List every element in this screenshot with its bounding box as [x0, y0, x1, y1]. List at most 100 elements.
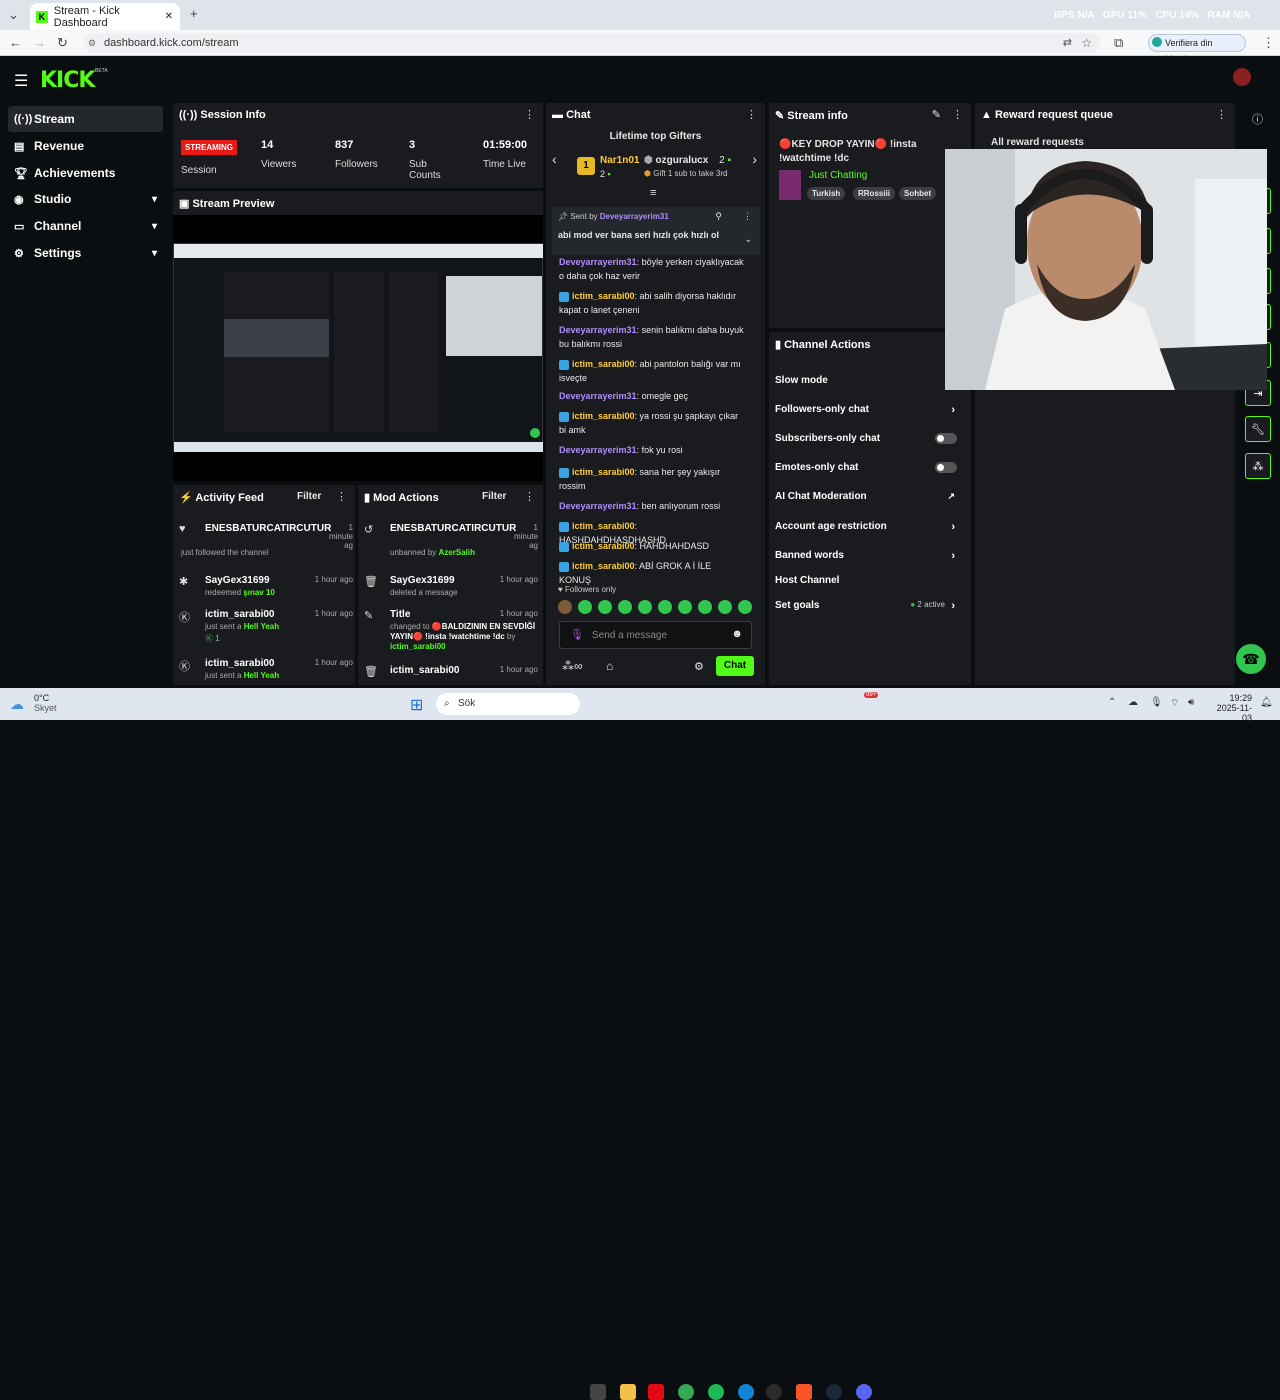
sidebar-item-stream[interactable]: ((·)) Stream — [8, 106, 163, 132]
steam-icon[interactable] — [826, 1384, 842, 1400]
spotify-icon[interactable] — [708, 1384, 724, 1400]
support-icon[interactable]: ☎ — [1236, 644, 1266, 674]
chat-username[interactable]: Deveyarrayerim31 — [559, 445, 637, 455]
weather-widget[interactable]: 0°C Skyet — [34, 693, 57, 713]
sidebar-item-settings[interactable]: ⚙ Settings ▾ — [8, 240, 163, 266]
send-chat-button[interactable]: Chat — [716, 656, 754, 676]
more-options-icon[interactable]: ⋮ — [746, 108, 757, 121]
microphone-icon[interactable]: 🎙︎ — [570, 628, 584, 641]
mic-tray-icon[interactable]: 🎙︎ — [1150, 697, 1163, 708]
next-arrow-icon[interactable]: › — [752, 151, 757, 167]
more-options-icon[interactable]: ⋮ — [524, 108, 535, 121]
taskbar-search[interactable]: ⌕ Sök — [436, 693, 580, 715]
more-options-icon[interactable]: ⋮ — [524, 490, 535, 503]
task-view-icon[interactable] — [590, 1384, 606, 1400]
chat-settings-icon[interactable]: ⚙ — [694, 660, 704, 673]
second-gifter[interactable]: ⬢ ozguralucx 2 ▪ — [644, 155, 731, 166]
reload-icon[interactable]: ↻ — [57, 35, 68, 51]
bookmark-star-icon[interactable]: ☆ — [1081, 33, 1092, 53]
chat-username[interactable]: Deveyarrayerim31 — [559, 257, 637, 267]
ai-moderation-row[interactable]: AI Chat Moderation ↗ — [775, 491, 965, 502]
translate-icon[interactable]: ⇄ — [1063, 33, 1072, 53]
site-info-icon[interactable]: ⚙ — [88, 33, 96, 53]
activity-filter-button[interactable]: Filter — [297, 491, 321, 502]
subscribers-only-row[interactable]: Subscribers-only chat — [775, 433, 965, 444]
tray-chevron-icon[interactable]: ⌃ — [1108, 697, 1116, 708]
chat-username[interactable]: ictim_sarabi00 — [572, 359, 635, 369]
extensions-icon[interactable]: ⧉ — [1114, 35, 1123, 51]
chat-username[interactable]: ictim_sarabi00 — [572, 411, 635, 421]
back-icon[interactable]: ← — [9, 35, 22, 50]
tab-list-icon[interactable]: ⌄ — [8, 7, 19, 23]
top-gifter-name[interactable]: Nar1n01 — [600, 155, 639, 166]
emotes-only-toggle[interactable] — [935, 462, 957, 473]
emoji-icon[interactable]: ☻ — [731, 628, 743, 640]
chat-username[interactable]: ictim_sarabi00 — [572, 521, 635, 531]
brave-icon[interactable] — [796, 1384, 812, 1400]
volume-icon[interactable]: 🔊︎ — [1188, 697, 1194, 708]
host-channel-row[interactable]: Host Channel — [775, 575, 839, 586]
kick-logo[interactable]: KICK — [40, 68, 95, 93]
edit-icon[interactable]: ✎ — [932, 108, 941, 121]
info-icon[interactable]: ⓘ — [1252, 111, 1263, 127]
mod-filter-button[interactable]: Filter — [482, 491, 506, 502]
sidebar-item-studio[interactable]: ◉ Studio ▾ — [8, 186, 163, 212]
stream-video[interactable] — [173, 243, 543, 452]
account-age-row[interactable]: Account age restriction › — [775, 521, 965, 533]
sidebar-item-channel[interactable]: ▭ Channel ▾ — [8, 213, 163, 239]
chat-input[interactable]: 🎙︎ Send a message ☻ — [559, 621, 752, 649]
windows-start-icon[interactable]: ⊞ — [410, 695, 423, 715]
hamburger-menu-icon[interactable]: ☰ — [14, 71, 28, 91]
discord-icon[interactable] — [856, 1384, 872, 1400]
user-avatar[interactable] — [1233, 68, 1251, 86]
store-icon[interactable]: ⌂ — [606, 659, 613, 673]
weather-icon[interactable]: ☁ — [10, 696, 24, 713]
collapse-icon[interactable]: ≡ — [650, 187, 656, 199]
emotes-only-row[interactable]: Emotes-only chat — [775, 462, 965, 473]
share-icon[interactable]: ⁂ — [1245, 453, 1271, 479]
notification-bell-icon[interactable]: 🔔︎ — [1260, 697, 1273, 708]
more-options-icon[interactable]: ⋮ — [743, 211, 752, 222]
tag-pill[interactable]: Turkish — [807, 187, 846, 200]
chrome-icon[interactable] — [678, 1384, 694, 1400]
all-reward-requests[interactable]: All reward requests — [991, 137, 1084, 148]
chat-username[interactable]: ictim_sarabi00 — [572, 467, 635, 477]
onedrive-icon[interactable]: ☁ — [1128, 697, 1138, 708]
verify-identity-button[interactable]: Verifiera din identitet — [1148, 34, 1246, 64]
browser-tab[interactable]: K Stream - Kick Dashboard ✕ — [30, 3, 180, 30]
chat-username[interactable]: ictim_sarabi00 — [572, 291, 635, 301]
chat-username[interactable]: Deveyarrayerim31 — [559, 325, 637, 335]
browser-menu-icon[interactable]: ⋮ — [1262, 35, 1275, 51]
chat-username[interactable]: Deveyarrayerim31 — [559, 391, 637, 401]
url-field[interactable]: ⚙ dashboard.kick.com/stream ⇄ ☆ — [84, 33, 1100, 53]
followers-only-row[interactable]: Followers-only chat › — [775, 404, 965, 416]
chat-username[interactable]: ictim_sarabi00 — [572, 561, 635, 571]
file-explorer-icon[interactable] — [620, 1384, 636, 1400]
more-options-icon[interactable]: ⋮ — [336, 490, 347, 503]
gift-cta[interactable]: ⬢ Gift 1 sub to take 3rd — [644, 169, 727, 178]
new-tab-icon[interactable]: + — [190, 6, 198, 21]
chat-username[interactable]: Deveyarrayerim31 — [559, 501, 637, 511]
kick-points-icon[interactable]: ⁂∞ — [562, 659, 583, 673]
chat-username[interactable]: ictim_sarabi00 — [572, 541, 635, 551]
wifi-icon[interactable]: ⌔ — [1170, 697, 1179, 710]
sidebar-item-achievements[interactable]: 🏆︎ Achievements — [8, 160, 163, 186]
subscribers-only-toggle[interactable] — [935, 433, 957, 444]
banned-words-row[interactable]: Banned words › — [775, 550, 965, 562]
more-options-icon[interactable]: ⋮ — [1216, 108, 1227, 121]
emote-bar[interactable] — [558, 600, 754, 614]
tag-pill[interactable]: Sohbet — [899, 187, 937, 200]
slow-mode-row[interactable]: Slow mode — [775, 375, 828, 386]
unpin-icon[interactable]: ⚲ — [715, 211, 722, 222]
wrench-icon[interactable]: 🔧︎ — [1245, 416, 1271, 442]
app-icon[interactable] — [766, 1384, 782, 1400]
set-goals-row[interactable]: Set goals ● 2 active › — [775, 600, 965, 612]
forward-icon[interactable]: → — [33, 35, 46, 50]
clock[interactable]: 19:29 2025-11-03 — [1210, 693, 1252, 723]
prev-arrow-icon[interactable]: ‹ — [552, 151, 557, 167]
chevron-down-icon[interactable]: ⌄ — [744, 234, 752, 245]
sidebar-item-revenue[interactable]: ▤ Revenue — [8, 133, 163, 159]
tag-pill[interactable]: RRossiii — [853, 187, 896, 200]
netflix-icon[interactable] — [648, 1384, 664, 1400]
close-tab-icon[interactable]: ✕ — [165, 11, 173, 22]
